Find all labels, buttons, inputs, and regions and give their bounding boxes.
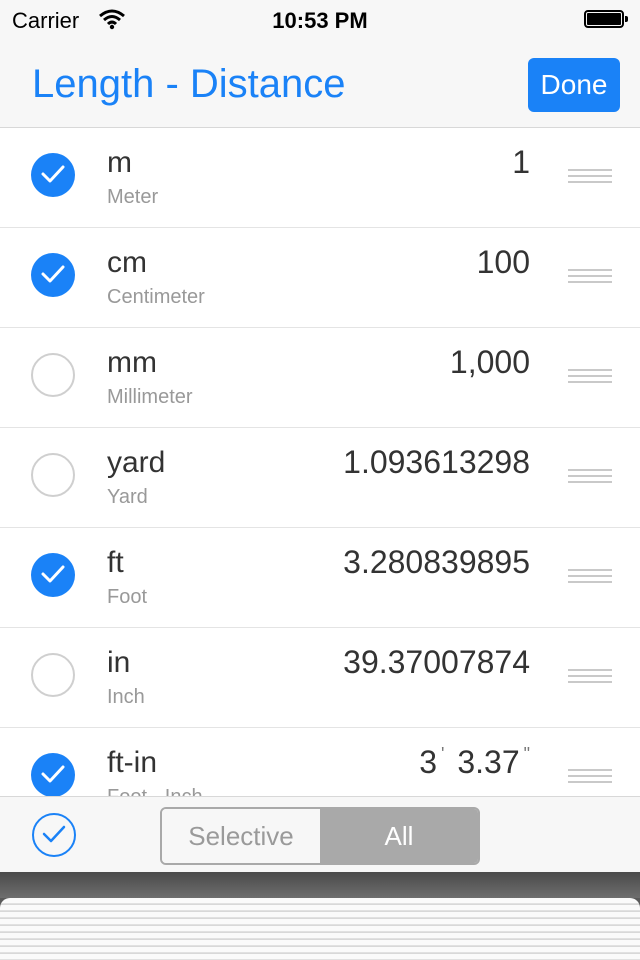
checkmark-icon — [41, 765, 65, 783]
checkmark-icon — [42, 825, 66, 843]
unit-row-ft-in[interactable]: ft-in Foot - Inch 3' 3.37" — [0, 728, 640, 796]
inch-mark: " — [523, 744, 530, 764]
unit-name: Foot - Inch — [107, 786, 203, 796]
unit-symbol: ft-in — [107, 746, 158, 779]
checkmark-icon — [41, 565, 65, 583]
reorder-handle-icon[interactable] — [568, 269, 612, 285]
unit-value: 1,000 — [449, 344, 530, 380]
unit-value: 100 — [476, 244, 530, 280]
unit-name: Meter — [107, 186, 159, 208]
unit-row-cm[interactable]: cm Centimeter 100 — [0, 228, 640, 328]
select-toggle[interactable] — [31, 353, 75, 397]
navigation-bar: Length - Distance Done — [0, 40, 640, 128]
segment-selective[interactable]: Selective — [162, 809, 320, 863]
bottom-toolbar: Selective All — [0, 796, 640, 872]
unit-symbol: m — [107, 146, 132, 179]
checkmark-icon — [41, 165, 65, 183]
select-toggle[interactable] — [31, 753, 75, 796]
divider-shadow — [0, 872, 640, 898]
lower-background — [0, 872, 640, 960]
unit-list[interactable]: m Meter 1 cm Centimeter 100 mm Millimete… — [0, 128, 640, 796]
unit-symbol: mm — [107, 346, 157, 379]
select-all-button[interactable] — [32, 813, 76, 857]
unit-row-in[interactable]: in Inch 39.37007874 — [0, 628, 640, 728]
unit-name: Inch — [107, 686, 145, 708]
select-toggle[interactable] — [31, 253, 75, 297]
status-bar: Carrier 10:53 PM — [0, 0, 640, 40]
unit-value: 39.37007874 — [343, 644, 530, 680]
feet-value: 3 — [419, 744, 437, 780]
unit-name: Millimeter — [107, 386, 193, 408]
unit-value: 3.280839895 — [343, 544, 530, 580]
unit-value: 1.093613298 — [343, 444, 530, 480]
unit-row-mm[interactable]: mm Millimeter 1,000 — [0, 328, 640, 428]
feet-mark: ' — [441, 744, 445, 764]
unit-row-yard[interactable]: yard Yard 1.093613298 — [0, 428, 640, 528]
select-toggle[interactable] — [31, 453, 75, 497]
reorder-handle-icon[interactable] — [568, 169, 612, 185]
unit-symbol: in — [107, 646, 131, 679]
status-time: 10:53 PM — [272, 8, 368, 33]
unit-symbol: yard — [107, 446, 166, 479]
feet-inch-value: 3 ' 3.37 " — [419, 744, 534, 781]
battery-icon — [584, 10, 628, 28]
unit-symbol: cm — [107, 246, 147, 279]
segment-all[interactable]: All — [320, 809, 478, 863]
select-toggle[interactable] — [31, 553, 75, 597]
done-button[interactable]: Done — [528, 58, 620, 112]
reorder-handle-icon[interactable] — [568, 369, 612, 385]
reorder-handle-icon[interactable] — [568, 469, 612, 485]
picker-stack — [0, 898, 640, 960]
reorder-handle-icon[interactable] — [568, 569, 612, 585]
page-title: Length - Distance — [32, 62, 346, 106]
unit-row-m[interactable]: m Meter 1 — [0, 128, 640, 228]
reorder-handle-icon[interactable] — [568, 769, 612, 785]
inch-value: 3.37 — [457, 744, 520, 780]
select-toggle[interactable] — [31, 653, 75, 697]
unit-name: Foot — [107, 586, 148, 608]
unit-name: Yard — [107, 486, 148, 508]
unit-value: 1 — [512, 144, 530, 180]
checkmark-icon — [41, 265, 65, 283]
unit-symbol: ft — [107, 546, 124, 579]
reorder-handle-icon[interactable] — [568, 669, 612, 685]
unit-row-ft[interactable]: ft Foot 3.280839895 — [0, 528, 640, 628]
filter-segmented-control[interactable]: Selective All — [160, 807, 480, 865]
select-toggle[interactable] — [31, 153, 75, 197]
unit-name: Centimeter — [107, 286, 205, 308]
